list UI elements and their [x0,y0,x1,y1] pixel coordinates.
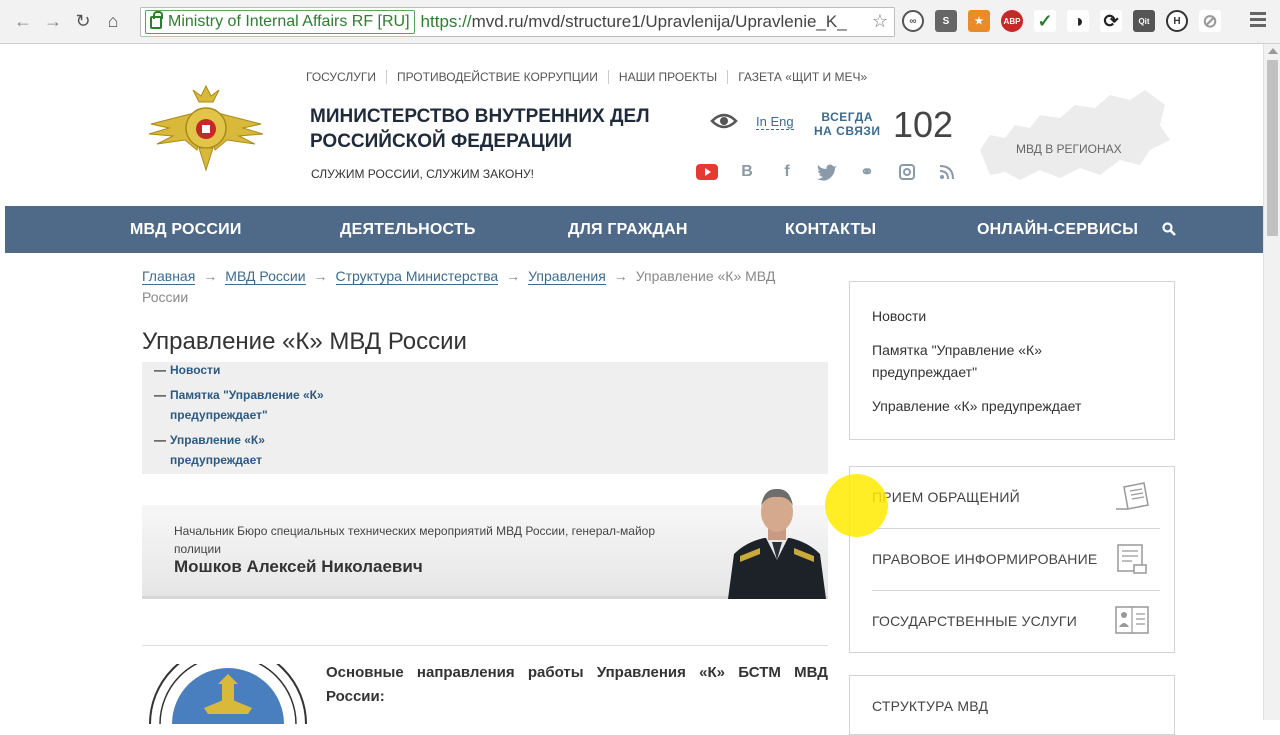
legal-info-icon [1117,544,1147,574]
content-divider [142,645,828,646]
service-legal-info[interactable]: ПРАВОВОЕ ИНФОРМИРОВАНИЕ [872,529,1160,591]
person-photo [728,488,826,599]
browser-toolbar: ← → ↻ ⌂ Ministry of Internal Affairs RF … [0,0,1280,44]
hotline-label: ВСЕГДА НА СВЯЗИ [814,110,881,138]
person-role: Начальник Бюро специальных технических м… [174,524,656,556]
services-box: ПРИЕМ ОБРАЩЕНИЙ ПРАВОВОЕ ИНФОРМИРОВАНИЕ … [849,466,1175,653]
top-link-anticorruption[interactable]: ПРОТИВОДЕЙСТВИЕ КОРРУПЦИИ [385,70,608,84]
department-k-logo [149,664,307,724]
browser-menu-icon[interactable] [1250,12,1266,30]
url-protocol: https:// [420,12,472,31]
url-path: mvd.ru/mvd/structure1/Upravlenija/Upravl… [471,12,847,31]
sidebar-links-box: Новости Памятка "Управление «К» предупре… [849,281,1175,440]
contrast-icon[interactable]: ◑ [1067,10,1089,32]
top-links: ГОСУСЛУГИ ПРОТИВОДЕЙСТВИЕ КОРРУПЦИИ НАШИ… [296,70,877,84]
extension-h-icon[interactable]: H [1166,10,1188,32]
extensions-area: ∞ S ★ ABP ✓ ◑ ⟳ Qit H ⊘ [902,10,1221,32]
top-link-projects[interactable]: НАШИ ПРОЕКТЫ [607,70,727,84]
page-title: Управление «К» МВД России [142,328,467,355]
address-bar[interactable]: Ministry of Internal Affairs RF [RU] htt… [140,7,895,37]
scroll-thumb[interactable] [1267,60,1278,236]
top-link-newspaper[interactable]: ГАЗЕТА «ЩИТ И МЕЧ» [727,70,877,84]
person-name: Мошков Алексей Николаевич [174,557,423,576]
page-scrollbar[interactable] [1263,44,1280,720]
english-version-link[interactable]: In Eng [756,114,794,130]
structure-box[interactable]: СТРУКТУРА МВД [849,675,1175,735]
extension-s-icon[interactable]: S [935,10,957,32]
nav-item-contacts[interactable]: КОНТАКТЫ [785,221,876,239]
extension-qit-icon[interactable]: Qit [1133,10,1155,32]
structure-link: СТРУКТУРА МВД [872,698,989,714]
eye-icon[interactable] [710,112,738,130]
hotline-number[interactable]: 102 [893,104,953,146]
sidebar-link-warns[interactable]: Управление «К» предупреждает [872,395,1081,417]
mvd-emblem-logo[interactable] [141,80,271,172]
russia-map-icon[interactable] [970,80,1175,190]
service-gov-services[interactable]: ГОСУДАРСТВЕННЫЕ УСЛУГИ [872,591,1160,653]
subnav-item-warns[interactable]: — Управление «К» предупреждает [154,430,265,470]
back-icon[interactable]: ← [8,7,38,37]
extension-orange-icon[interactable]: ★ [968,10,990,32]
rss-icon[interactable] [936,162,958,182]
extension-circle-icon[interactable]: ∞ [902,10,924,32]
facebook-icon[interactable]: f [776,162,798,182]
reload-icon[interactable]: ↻ [68,7,98,37]
regions-label[interactable]: МВД В РЕГИОНАХ [1016,142,1122,156]
youtube-icon[interactable] [696,162,718,182]
sidebar-link-memo[interactable]: Памятка "Управление «К» предупреждает" [872,339,1042,383]
block-icon[interactable]: ⊘ [1199,10,1221,32]
section-subnav: — Новости — Памятка "Управление «К» пред… [142,362,828,474]
site-title[interactable]: МИНИСТЕРСТВО ВНУТРЕННИХ ДЕЛ РОССИЙСКОЙ Ф… [310,104,650,154]
home-icon[interactable]: ⌂ [98,7,128,37]
instagram-icon[interactable] [896,162,918,182]
shield-check-icon[interactable]: ✓ [1034,10,1056,32]
breadcrumb-mvd[interactable]: МВД России [225,268,306,285]
cursor-highlight [825,474,888,537]
breadcrumb-home[interactable]: Главная [142,268,196,285]
subnav-item-memo[interactable]: — Памятка "Управление «К» предупреждает" [154,385,324,425]
directions-heading: Основные направления работы Управления «… [326,664,828,705]
breadcrumb-structure[interactable]: Структура Министерства [335,268,499,285]
gov-services-icon [1115,606,1149,634]
ev-label: Ministry of Internal Affairs RF [RU] [168,13,410,30]
social-links: B f ⚭ [696,162,958,182]
service-appeals[interactable]: ПРИЕМ ОБРАЩЕНИЙ [872,467,1160,529]
twitter-icon[interactable] [816,162,838,182]
sync-icon[interactable]: ⟳ [1100,10,1122,32]
breadcrumb: Главная → МВД России → Структура Министерств… [142,268,776,305]
subnav-item-news[interactable]: — Новости [154,360,220,380]
scroll-up-arrow-icon[interactable] [1268,48,1278,54]
search-icon[interactable] [1162,222,1176,236]
top-link-gosuslugi[interactable]: ГОСУСЛУГИ [296,70,386,84]
odnoklassniki-icon[interactable]: ⚭ [856,162,878,182]
breadcrumb-departments[interactable]: Управления [528,268,606,285]
forward-icon[interactable]: → [38,7,68,37]
main-navigation: МВД РОССИИ ДЕЯТЕЛЬНОСТЬ ДЛЯ ГРАЖДАН КОНТ… [5,206,1263,253]
site-title-line1: МИНИСТЕРСТВО ВНУТРЕННИХ ДЕЛ [310,106,650,127]
vk-icon[interactable]: B [736,162,758,182]
site-title-line2: РОССИЙСКОЙ ФЕДЕРАЦИИ [310,131,573,152]
nav-item-mvd-russia[interactable]: МВД РОССИИ [130,221,242,239]
site-slogan: СЛУЖИМ РОССИИ, СЛУЖИМ ЗАКОНУ! [311,167,534,181]
lock-icon [150,10,163,29]
nav-item-online-services[interactable]: ОНЛАЙН-СЕРВИСЫ [977,221,1138,239]
nav-item-citizens[interactable]: ДЛЯ ГРАЖДАН [568,221,688,239]
appeal-document-icon [1116,482,1149,510]
ev-certificate-badge[interactable]: Ministry of Internal Affairs RF [RU] [145,10,415,34]
sidebar-link-news[interactable]: Новости [872,305,926,327]
nav-item-activity[interactable]: ДЕЯТЕЛЬНОСТЬ [340,221,476,239]
adblock-icon[interactable]: ABP [1001,10,1023,32]
bookmark-star-icon[interactable]: ☆ [872,11,888,32]
